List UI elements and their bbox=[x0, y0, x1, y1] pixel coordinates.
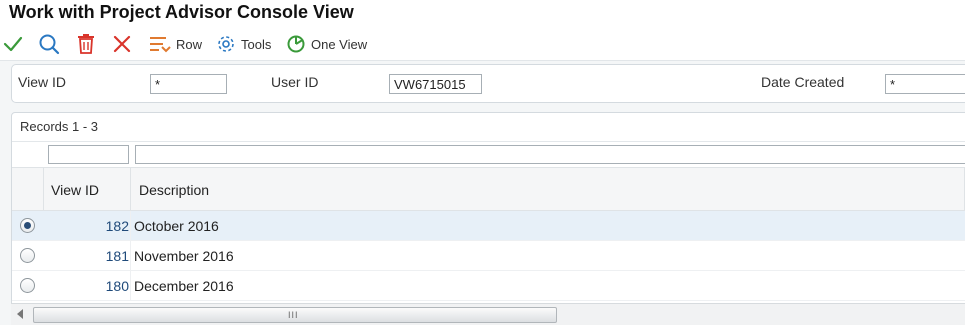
ok-button[interactable] bbox=[3, 33, 23, 55]
column-divider bbox=[130, 211, 131, 241]
row-select-radio[interactable] bbox=[20, 218, 35, 233]
column-header-description[interactable]: Description bbox=[139, 182, 209, 198]
view-id-label: View ID bbox=[18, 74, 66, 90]
tools-menu-button[interactable]: Tools bbox=[216, 33, 271, 55]
one-view-label: One View bbox=[311, 36, 368, 52]
user-id-label: User ID bbox=[271, 74, 319, 90]
trash-icon bbox=[78, 34, 94, 54]
column-divider bbox=[130, 168, 131, 212]
query-row bbox=[12, 141, 965, 166]
horizontal-scrollbar[interactable]: III bbox=[11, 303, 965, 325]
row-menu-icon bbox=[150, 37, 171, 53]
row-description: November 2016 bbox=[134, 248, 234, 264]
date-created-field[interactable] bbox=[885, 74, 965, 94]
table-row[interactable]: 181 November 2016 bbox=[12, 241, 965, 271]
description-query-field[interactable] bbox=[135, 145, 965, 164]
date-created-label: Date Created bbox=[761, 74, 845, 90]
row-menu-label: Row bbox=[176, 36, 203, 52]
column-header-row: View ID Description bbox=[12, 167, 965, 212]
page-title: Work with Project Advisor Console View bbox=[9, 2, 354, 22]
tools-menu-label: Tools bbox=[241, 36, 272, 52]
column-divider bbox=[130, 271, 131, 301]
checkmark-icon bbox=[3, 36, 23, 52]
row-select-radio[interactable] bbox=[20, 278, 35, 293]
view-id-query-field[interactable] bbox=[48, 145, 129, 164]
row-description: October 2016 bbox=[134, 218, 219, 234]
search-icon bbox=[39, 34, 60, 55]
filter-panel: View ID User ID Date Created bbox=[11, 64, 965, 103]
gear-icon bbox=[218, 36, 234, 52]
scroll-left-arrow-icon[interactable] bbox=[17, 309, 23, 319]
close-icon bbox=[113, 35, 131, 53]
find-button[interactable] bbox=[38, 33, 60, 55]
row-menu-button[interactable]: Row bbox=[149, 33, 202, 55]
column-header-view-id[interactable]: View ID bbox=[51, 182, 99, 198]
toolbar: Row Tools One View bbox=[0, 27, 965, 61]
row-view-id[interactable]: 182 bbox=[48, 218, 129, 234]
table-row[interactable]: 180 December 2016 bbox=[12, 271, 965, 301]
records-grid: Records 1 - 3 View ID Description 182 Oc… bbox=[11, 112, 965, 325]
view-id-field[interactable] bbox=[150, 74, 227, 94]
column-divider bbox=[43, 168, 44, 212]
records-count: Records 1 - 3 bbox=[20, 119, 99, 134]
scrollbar-thumb[interactable]: III bbox=[33, 307, 557, 323]
pie-chart-icon bbox=[287, 35, 305, 53]
column-divider bbox=[130, 241, 131, 271]
close-button[interactable] bbox=[113, 33, 131, 55]
row-view-id[interactable]: 181 bbox=[48, 248, 129, 264]
row-select-radio[interactable] bbox=[20, 248, 35, 263]
row-description: December 2016 bbox=[134, 278, 234, 294]
row-view-id[interactable]: 180 bbox=[48, 278, 129, 294]
delete-button[interactable] bbox=[77, 33, 95, 55]
scrollbar-grip: III bbox=[288, 310, 299, 320]
table-row[interactable]: 182 October 2016 bbox=[12, 211, 965, 241]
one-view-button[interactable]: One View bbox=[286, 33, 367, 55]
title-bar: Work with Project Advisor Console View bbox=[0, 0, 965, 27]
user-id-field[interactable] bbox=[389, 74, 482, 94]
